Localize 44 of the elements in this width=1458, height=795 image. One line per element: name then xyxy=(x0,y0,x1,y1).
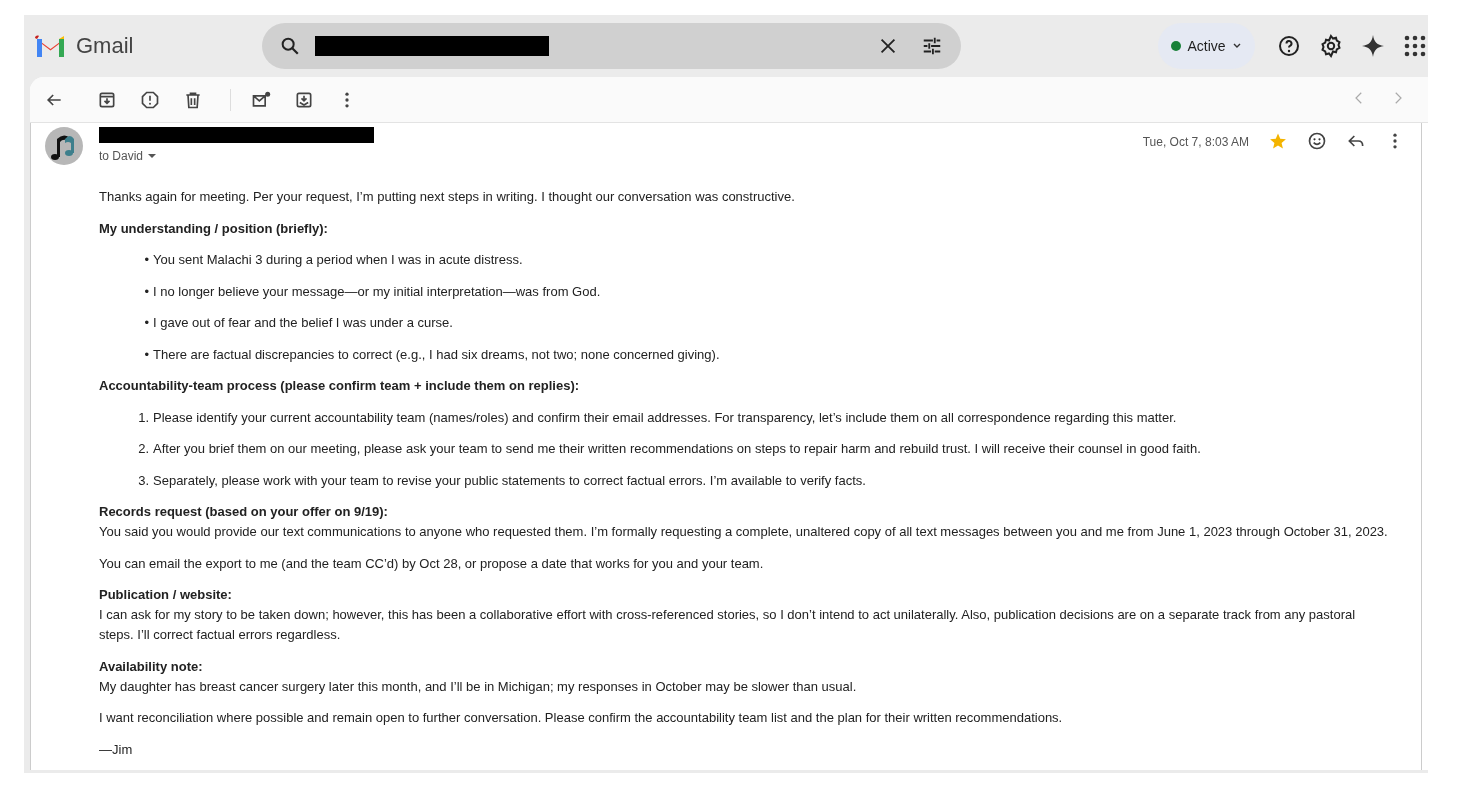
list-item: There are factual discrepancies to correct (e.g., I had six dreams, not two; none concerned giving). xyxy=(153,345,720,364)
status-button[interactable]: Active xyxy=(1158,23,1255,69)
paragraph: You said you would provide our text communications to anyone who requested them. I’m formally requesting a complete, unaltered copy of all text messages between you and me from June 1, 2023 through October 31, 2023. xyxy=(99,523,1389,541)
sparkle-icon[interactable] xyxy=(1361,34,1385,58)
section-heading: Accountability-team process (please confirm team + include them on replies): xyxy=(99,377,581,395)
emoji-icon[interactable] xyxy=(1307,131,1327,151)
report-icon[interactable] xyxy=(140,89,160,110)
list-marker: 1. xyxy=(137,408,150,427)
apps-icon[interactable] xyxy=(1403,34,1427,58)
status-dot-icon xyxy=(1171,41,1182,51)
gmail-logo-icon xyxy=(35,35,66,57)
paragraph: I want reconciliation where possible and remain open to further conversation. Please confirm the accountability team list and the plan for their written recommendations. xyxy=(99,709,1064,727)
app-name: Gmail xyxy=(76,33,134,59)
section-heading: Availability note: xyxy=(99,657,204,676)
list-item: You sent Malachi 3 during a period when I was in acute distress. xyxy=(153,251,523,269)
help-icon[interactable] xyxy=(1277,34,1301,58)
section-heading: My understanding / position (briefly): xyxy=(99,219,329,238)
mail-icon[interactable] xyxy=(251,89,271,110)
list-item: I gave out of fear and the belief I was under a curse. xyxy=(153,314,453,332)
paragraph: Thanks again for meeting. Per your request, I’m putting next steps in writing. I thought our conversation was constructive. xyxy=(99,188,796,206)
list-item: After you brief them on our meeting, please ask your team to send me their written recommendations on steps to repair harm and rebuild trust. I will receive their counsel in good faith. xyxy=(153,440,1201,458)
list-marker: • xyxy=(143,314,150,332)
search-field[interactable] xyxy=(262,23,961,69)
list-marker: • xyxy=(143,282,150,301)
section-heading: Publication / website: xyxy=(99,586,233,604)
list-item: Please identify your current accountability team (names/roles) and confirm their email addresses. For transparency, let’s include them on all correspondence regarding this matter. xyxy=(153,408,1177,427)
list-marker: • xyxy=(143,345,150,364)
list-marker: • xyxy=(143,251,150,269)
paragraph: —Jim xyxy=(99,740,134,759)
paragraph: You can email the export to me (and the team CC’d) by Oct 28, or propose a date that works for you and your team. xyxy=(99,554,765,573)
message-date: Tue, Oct 7, 8:03 AM xyxy=(1142,135,1249,151)
section-heading: Records request (based on your offer on 9/19): xyxy=(99,503,389,521)
avatar xyxy=(45,127,83,165)
list-marker: 2. xyxy=(137,440,150,458)
list-marker: 3. xyxy=(137,471,150,490)
paragraph: My daughter has breast cancer surgery later this month, and I’ll be in Michigan; my responses in October may be slower than usual. xyxy=(99,677,858,696)
recipient-label: to David xyxy=(99,149,144,163)
paragraph: I can ask for my story to be taken down; however, this has been a collaborative effort with cross-referenced stories, so I don’t intend to act unilaterally. Also, publication decisions are on a separate track from any pastoral steps. I’ll correct factual errors regardless. xyxy=(99,606,1357,644)
list-item: Separately, please work with your team to revise your public statements to correct factual errors. I’m available to verify facts. xyxy=(153,471,866,490)
caret-icon[interactable] xyxy=(147,151,158,161)
settings-icon[interactable] xyxy=(1319,34,1343,58)
sliders-icon[interactable] xyxy=(921,35,943,57)
list-item: I no longer believe your message—or my initial interpretation—was from God. xyxy=(153,282,601,301)
search-icon[interactable] xyxy=(279,35,301,57)
